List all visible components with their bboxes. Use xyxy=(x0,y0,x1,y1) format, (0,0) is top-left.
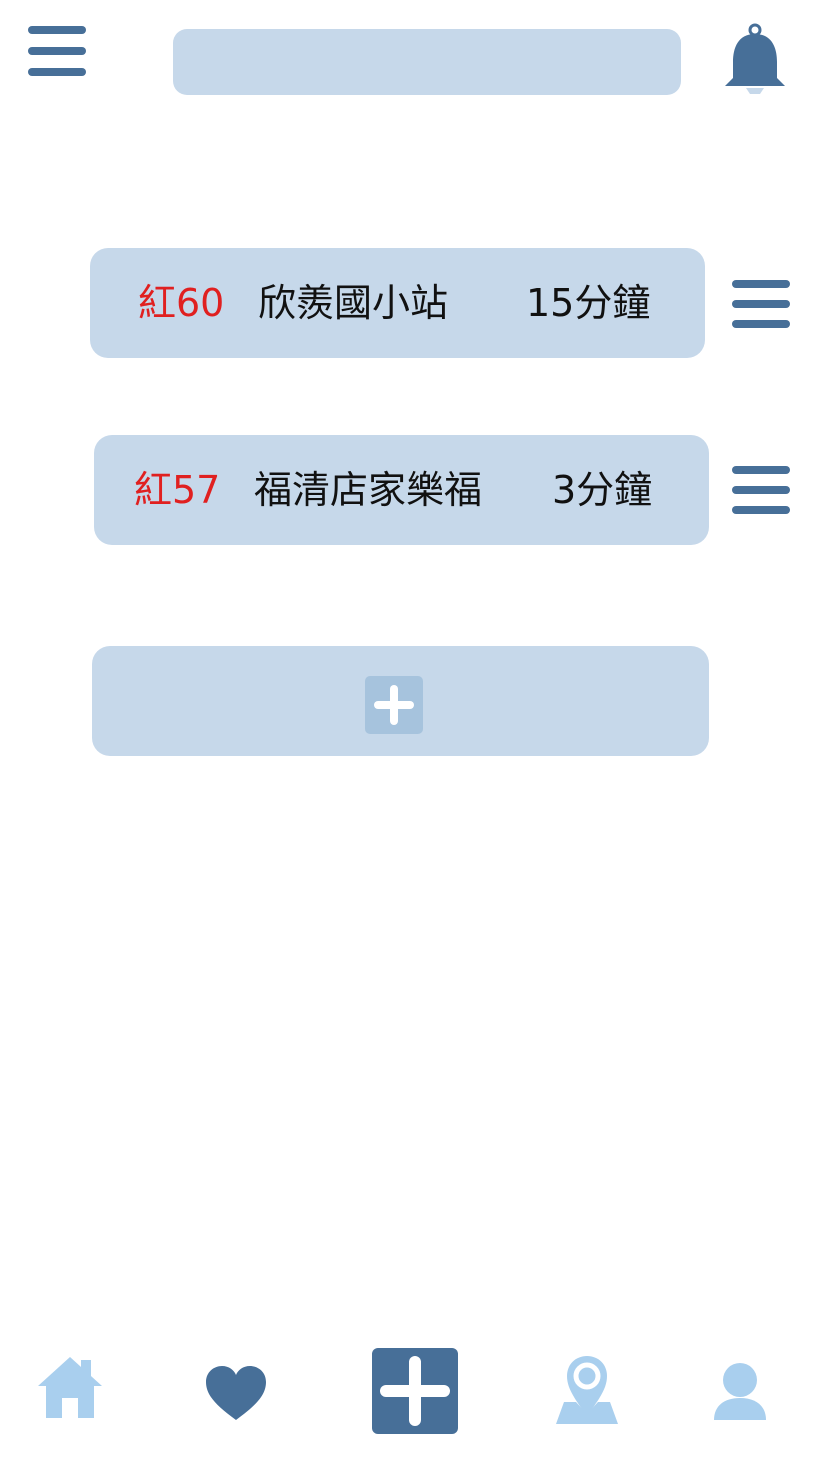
nav-profile[interactable] xyxy=(712,1362,768,1422)
route-reorder-handle[interactable] xyxy=(732,466,790,516)
drag-handle-icon xyxy=(732,280,790,288)
menu-bar-middle xyxy=(28,47,86,55)
search-input[interactable] xyxy=(173,29,681,95)
heart-icon xyxy=(206,1366,266,1420)
nav-favorites[interactable] xyxy=(204,1364,268,1422)
arrival-time: 15分鐘 xyxy=(526,281,651,325)
drag-handle-icon xyxy=(732,466,790,474)
plus-icon xyxy=(365,676,423,734)
route-reorder-handle[interactable] xyxy=(732,280,790,330)
route-card[interactable]: 紅60 欣羨國小站 15分鐘 xyxy=(90,248,705,358)
route-number: 紅57 xyxy=(134,468,221,512)
stop-name: 福清店家樂福 xyxy=(254,468,483,512)
handle-bar-bottom xyxy=(732,320,790,328)
bell-icon xyxy=(725,23,785,94)
home-icon xyxy=(38,1357,102,1418)
handle-bar-middle xyxy=(732,486,790,494)
add-route-button[interactable] xyxy=(92,646,709,756)
nav-home[interactable] xyxy=(36,1354,104,1420)
menu-bar-bottom xyxy=(28,68,86,76)
notification-button[interactable] xyxy=(722,22,788,96)
main-menu-button[interactable] xyxy=(28,26,86,78)
stop-name: 欣羨國小站 xyxy=(258,281,449,325)
arrival-time: 3分鐘 xyxy=(552,468,653,512)
plus-icon xyxy=(372,1348,458,1434)
hamburger-menu-icon xyxy=(28,26,86,34)
user-icon xyxy=(714,1363,766,1420)
handle-bar-bottom xyxy=(732,506,790,514)
map-pin-icon xyxy=(556,1356,618,1424)
handle-bar-middle xyxy=(732,300,790,308)
route-number: 紅60 xyxy=(138,281,225,325)
nav-map[interactable] xyxy=(556,1354,618,1426)
route-card[interactable]: 紅57 福清店家樂福 3分鐘 xyxy=(94,435,709,545)
nav-add[interactable] xyxy=(372,1348,458,1434)
